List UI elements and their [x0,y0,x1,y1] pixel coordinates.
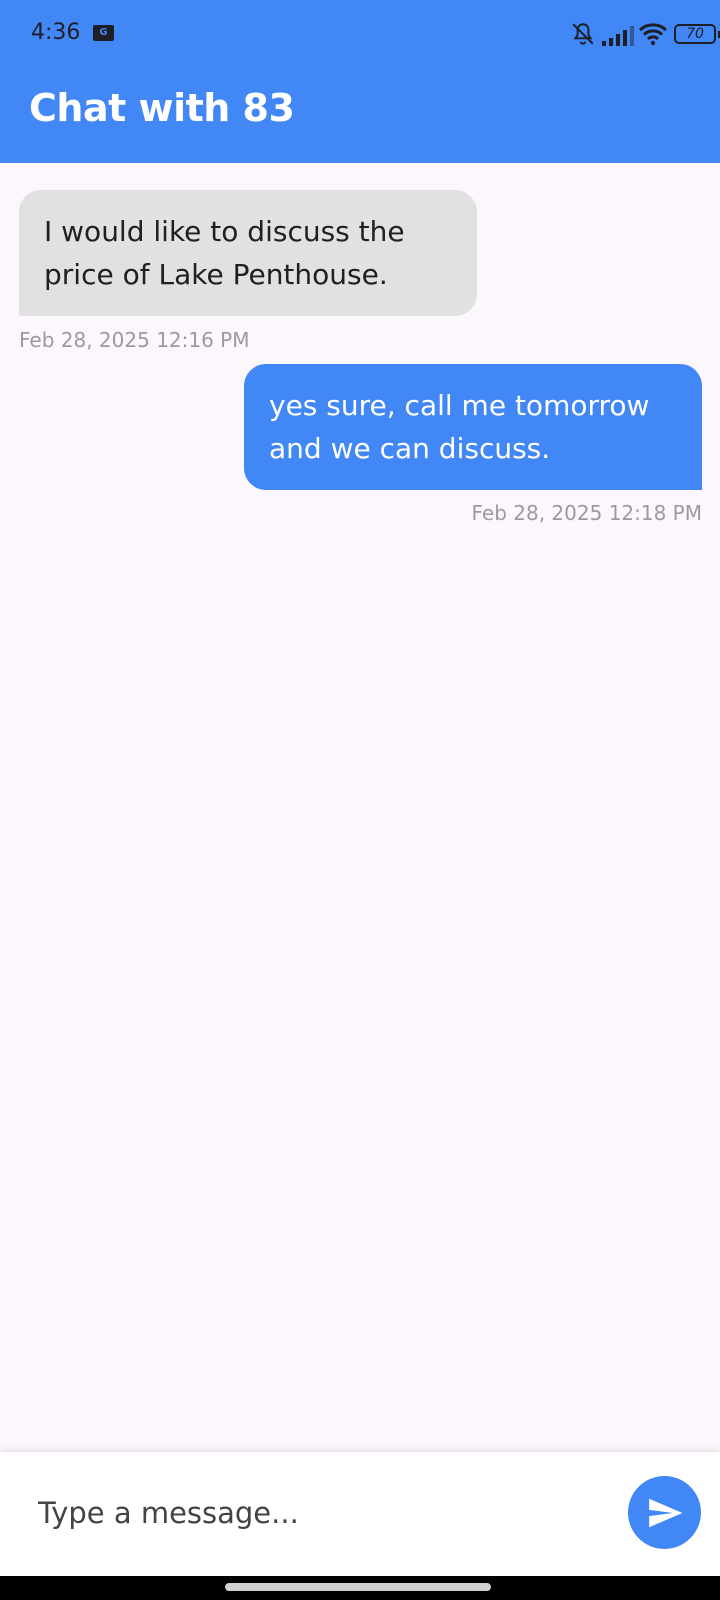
bell-off-icon [572,23,594,45]
message-composer [0,1452,720,1576]
message-bubble-outgoing[interactable]: yes sure, call me tomorrow and we can di… [244,364,702,490]
app-header: 4:36 G 70 Chat with 83 [0,0,720,163]
message-input[interactable] [38,1488,578,1538]
status-time: 4:36 [31,20,81,45]
message-timestamp: Feb 28, 2025 12:18 PM [471,501,703,525]
battery-level: 70 [686,26,704,42]
system-nav-bar [0,1576,720,1600]
gmail-icon: G [93,25,114,41]
message-list[interactable]: I would like to discuss the price of Lak… [0,163,720,1453]
message-bubble-incoming[interactable]: I would like to discuss the price of Lak… [19,190,477,316]
signal-icon [602,26,634,46]
message-timestamp: Feb 28, 2025 12:16 PM [19,328,250,352]
send-button[interactable] [628,1476,701,1549]
send-icon [648,1498,682,1527]
page-title: Chat with 83 [29,86,295,130]
status-bar: 4:36 G 70 [0,0,720,70]
battery-icon: 70 [674,24,720,44]
wifi-icon [638,23,668,46]
home-indicator[interactable] [225,1583,491,1591]
